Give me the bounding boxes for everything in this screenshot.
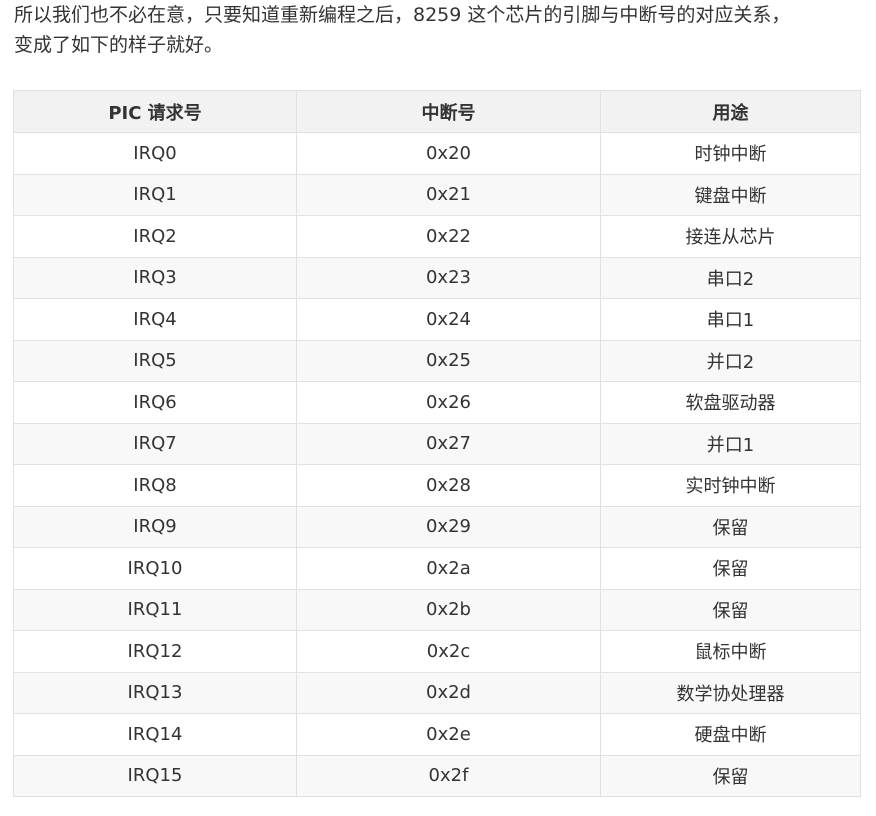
cell-irq: IRQ2 xyxy=(13,215,297,258)
cell-purpose: 软盘驱动器 xyxy=(600,381,861,424)
cell-purpose: 数学协处理器 xyxy=(600,671,861,714)
intro-line-2: 变成了如下的样子就好。 xyxy=(14,34,224,56)
cell-purpose: 并口2 xyxy=(600,339,861,382)
table-row: IRQ14 0x2e 硬盘中断 xyxy=(13,713,861,756)
cell-purpose: 实时钟中断 xyxy=(600,464,861,507)
header-pic-request: PIC 请求号 xyxy=(13,90,297,133)
table-row: IRQ3 0x23 串口2 xyxy=(13,256,861,299)
table-row: IRQ13 0x2d 数学协处理器 xyxy=(13,671,861,714)
cell-vector: 0x22 xyxy=(296,215,601,258)
table-row: IRQ10 0x2a 保留 xyxy=(13,547,861,590)
cell-purpose: 串口2 xyxy=(600,256,861,299)
intro-paragraph: 所以我们也不必在意，只要知道重新编程之后，8259 这个芯片的引脚与中断号的对应… xyxy=(14,0,866,60)
table-row: IRQ0 0x20 时钟中断 xyxy=(13,132,861,175)
table-row: IRQ7 0x27 并口1 xyxy=(13,422,861,465)
cell-vector: 0x2f xyxy=(296,754,601,797)
cell-irq: IRQ0 xyxy=(13,132,297,175)
table-body: IRQ0 0x20 时钟中断 IRQ1 0x21 键盘中断 IRQ2 0x22 接连从芯片 IRQ… xyxy=(13,132,861,797)
cell-purpose: 时钟中断 xyxy=(600,132,861,175)
cell-irq: IRQ3 xyxy=(13,256,297,299)
cell-vector: 0x2a xyxy=(296,547,601,590)
cell-irq: IRQ5 xyxy=(13,339,297,382)
cell-purpose: 硬盘中断 xyxy=(600,713,861,756)
cell-irq: IRQ8 xyxy=(13,464,297,507)
cell-irq: IRQ1 xyxy=(13,173,297,216)
cell-irq: IRQ10 xyxy=(13,547,297,590)
cell-purpose: 保留 xyxy=(600,505,861,548)
cell-purpose: 保留 xyxy=(600,547,861,590)
cell-irq: IRQ7 xyxy=(13,422,297,465)
cell-vector: 0x2b xyxy=(296,588,601,631)
cell-purpose: 串口1 xyxy=(600,298,861,341)
table-row: IRQ6 0x26 软盘驱动器 xyxy=(13,381,861,424)
intro-line-1: 所以我们也不必在意，只要知道重新编程之后，8259 这个芯片的引脚与中断号的对应… xyxy=(14,4,791,26)
cell-irq: IRQ6 xyxy=(13,381,297,424)
cell-vector: 0x27 xyxy=(296,422,601,465)
table-header-row: PIC 请求号 中断号 用途 xyxy=(13,90,861,133)
table-row: IRQ15 0x2f 保留 xyxy=(13,754,861,797)
table-row: IRQ4 0x24 串口1 xyxy=(13,298,861,341)
cell-irq: IRQ12 xyxy=(13,630,297,673)
cell-vector: 0x2c xyxy=(296,630,601,673)
table-row: IRQ1 0x21 键盘中断 xyxy=(13,173,861,216)
cell-purpose: 保留 xyxy=(600,588,861,631)
table-row: IRQ12 0x2c 鼠标中断 xyxy=(13,630,861,673)
cell-vector: 0x29 xyxy=(296,505,601,548)
cell-irq: IRQ15 xyxy=(13,754,297,797)
cell-vector: 0x24 xyxy=(296,298,601,341)
cell-vector: 0x26 xyxy=(296,381,601,424)
table-row: IRQ9 0x29 保留 xyxy=(13,505,861,548)
cell-irq: IRQ14 xyxy=(13,713,297,756)
table-row: IRQ11 0x2b 保留 xyxy=(13,588,861,631)
cell-purpose: 键盘中断 xyxy=(600,173,861,216)
table-row: IRQ5 0x25 并口2 xyxy=(13,339,861,382)
cell-irq: IRQ4 xyxy=(13,298,297,341)
cell-irq: IRQ13 xyxy=(13,671,297,714)
cell-purpose: 并口1 xyxy=(600,422,861,465)
table-row: IRQ2 0x22 接连从芯片 xyxy=(13,215,861,258)
cell-purpose: 鼠标中断 xyxy=(600,630,861,673)
cell-purpose: 保留 xyxy=(600,754,861,797)
cell-vector: 0x2e xyxy=(296,713,601,756)
header-purpose: 用途 xyxy=(600,90,861,133)
cell-vector: 0x23 xyxy=(296,256,601,299)
cell-vector: 0x28 xyxy=(296,464,601,507)
cell-irq: IRQ11 xyxy=(13,588,297,631)
table-row: IRQ8 0x28 实时钟中断 xyxy=(13,464,861,507)
cell-purpose: 接连从芯片 xyxy=(600,215,861,258)
header-interrupt-number: 中断号 xyxy=(296,90,601,133)
cell-vector: 0x21 xyxy=(296,173,601,216)
cell-irq: IRQ9 xyxy=(13,505,297,548)
cell-vector: 0x2d xyxy=(296,671,601,714)
cell-vector: 0x20 xyxy=(296,132,601,175)
cell-vector: 0x25 xyxy=(296,339,601,382)
irq-mapping-table: PIC 请求号 中断号 用途 IRQ0 0x20 时钟中断 IRQ1 0x21 键盘中断 I… xyxy=(13,90,861,797)
